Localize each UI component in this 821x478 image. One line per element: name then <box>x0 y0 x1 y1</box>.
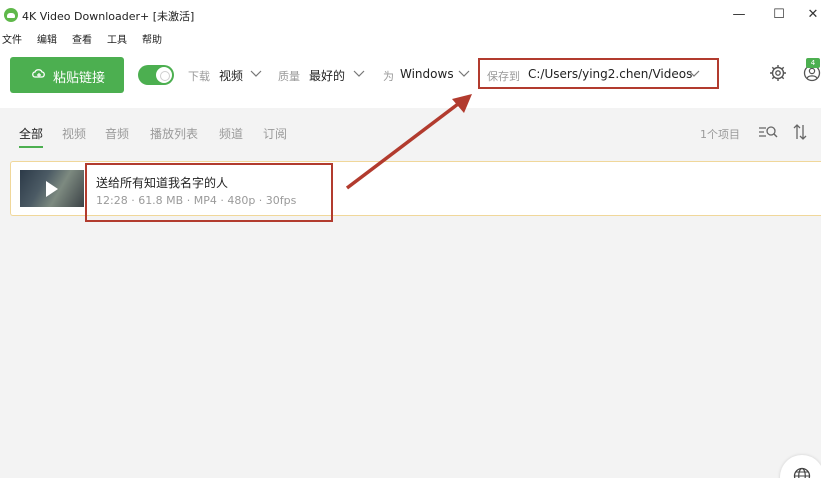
paste-link-label: 粘贴链接 <box>53 71 106 86</box>
sort-icon[interactable] <box>792 123 808 141</box>
menu-tools[interactable]: 工具 <box>107 31 127 46</box>
title-bar: 4K Video Downloader+ [未激活] — ☐ ✕ <box>0 0 821 30</box>
video-thumbnail <box>20 170 84 207</box>
globe-icon <box>793 467 811 478</box>
active-tab-indicator <box>19 146 43 148</box>
paste-link-button[interactable]: 粘贴链接 <box>10 57 124 93</box>
download-type-label: 下载 <box>188 70 210 83</box>
toolbar: 粘贴链接 下载 视频 质量 最好的 为 Windows 保存到 C:/Users… <box>0 46 821 108</box>
save-to-path-dropdown[interactable]: C:/Users/ying2.chen/Videos <box>528 67 692 81</box>
app-logo-icon <box>4 8 18 22</box>
play-icon[interactable] <box>46 181 58 197</box>
smart-mode-toggle[interactable] <box>138 65 174 85</box>
item-annotation-box <box>85 163 333 222</box>
tab-playlists[interactable]: 播放列表 <box>150 125 198 142</box>
tab-video[interactable]: 视频 <box>62 125 86 142</box>
account-badge: 4 <box>806 58 820 68</box>
close-button[interactable]: ✕ <box>798 4 821 26</box>
download-type-dropdown[interactable]: 视频 <box>219 67 243 84</box>
tab-channels[interactable]: 频道 <box>219 125 243 142</box>
tab-all[interactable]: 全部 <box>19 125 43 142</box>
link-icon <box>32 69 45 78</box>
menu-file[interactable]: 文件 <box>2 31 22 46</box>
save-to-label: 保存到 <box>487 70 520 83</box>
window-title: 4K Video Downloader+ [未激活] <box>22 10 195 23</box>
maximize-button[interactable]: ☐ <box>764 4 794 26</box>
item-count: 1个项目 <box>700 128 740 141</box>
menu-edit[interactable]: 编辑 <box>37 31 57 46</box>
menu-view[interactable]: 查看 <box>72 31 92 46</box>
chevron-down-icon[interactable] <box>458 68 470 78</box>
format-for-dropdown[interactable]: Windows <box>400 67 454 81</box>
quality-label: 质量 <box>278 70 300 83</box>
toggle-knob <box>156 67 172 83</box>
chevron-down-icon[interactable] <box>250 68 262 78</box>
chevron-down-icon[interactable] <box>353 68 365 78</box>
gear-icon[interactable] <box>769 64 787 82</box>
search-icon[interactable] <box>758 124 778 140</box>
format-for-label: 为 <box>383 70 394 83</box>
tab-audio[interactable]: 音频 <box>105 125 129 142</box>
tab-subscriptions[interactable]: 订阅 <box>263 125 287 142</box>
menu-help[interactable]: 帮助 <box>142 31 162 46</box>
chevron-down-icon[interactable] <box>688 68 700 78</box>
quality-dropdown[interactable]: 最好的 <box>309 67 345 84</box>
language-button[interactable] <box>780 455 821 478</box>
menu-bar: 文件 编辑 查看 工具 帮助 <box>0 30 821 46</box>
minimize-button[interactable]: — <box>724 4 754 26</box>
